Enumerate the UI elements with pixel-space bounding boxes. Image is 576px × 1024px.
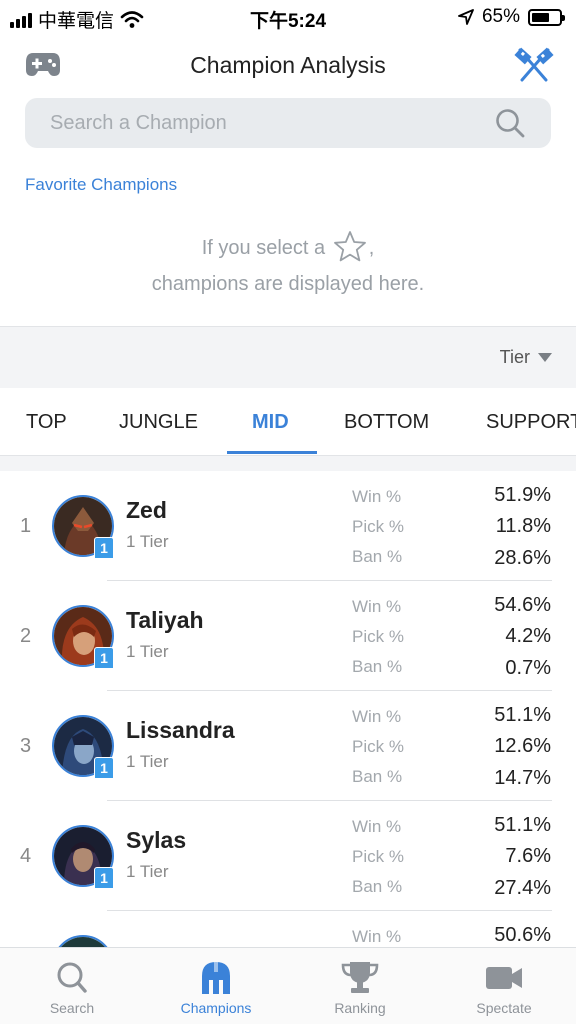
position-tabs: TOP JUNGLE MID BOTTOM SUPPORT <box>0 388 576 456</box>
tier-badge: 1 <box>94 867 114 889</box>
battery-percent: 65% <box>481 6 520 27</box>
champion-name: Zed <box>126 497 167 523</box>
win-rate-label: Win % <box>352 487 402 506</box>
champion-portrait: 1 <box>52 715 114 779</box>
champion-tier: 1 Tier <box>126 752 169 771</box>
list-top-spacer <box>0 456 576 471</box>
favorites-empty-line1: If you select a , <box>0 230 576 266</box>
champion-name: Lissandra <box>126 717 235 743</box>
tier-badge: 1 <box>94 537 114 559</box>
active-tab-indicator <box>227 451 317 454</box>
battery-icon <box>528 8 565 26</box>
champion-row[interactable]: 1 1 Zed 1 Tier Win % Pick % Ban % 51.9% … <box>0 471 576 581</box>
champion-row[interactable]: Win % 50.6% <box>0 911 576 947</box>
win-rate-value: 51.1% <box>494 814 551 836</box>
tab-mid[interactable]: MID <box>252 388 289 455</box>
ban-rate-label: Ban % <box>352 547 403 566</box>
win-rate-label: Win % <box>352 927 402 946</box>
favorites-empty-text-before: If you select a <box>201 237 326 259</box>
champion-name: Taliyah <box>126 607 204 633</box>
ban-rate-value: 27.4% <box>494 877 551 899</box>
rank-number: 1 <box>20 515 32 537</box>
ban-rate-value: 0.7% <box>505 657 551 679</box>
sort-bar: Tier <box>0 326 576 388</box>
favorites-empty-text-after: , <box>368 237 375 259</box>
nav-champions[interactable]: Champions <box>144 948 288 1024</box>
champion-name: Sylas <box>126 827 187 853</box>
champion-tier: 1 Tier <box>126 862 169 881</box>
nav-spectate[interactable]: Spectate <box>432 948 576 1024</box>
ban-rate-value: 28.6% <box>494 547 551 569</box>
status-bar: 中華電信 下午5:24 65% <box>0 0 576 34</box>
app-header: Champion Analysis <box>0 34 576 96</box>
sort-selected-label: Tier <box>499 347 530 367</box>
caret-down-icon <box>538 353 552 362</box>
nav-label: Search <box>49 1000 95 1016</box>
nav-search[interactable]: Search <box>0 948 144 1024</box>
win-rate-value: 50.6% <box>494 924 551 946</box>
champion-portrait: 1 <box>52 495 114 559</box>
video-camera-icon <box>486 967 522 989</box>
nav-label: Ranking <box>334 1000 386 1016</box>
ban-rate-label: Ban % <box>352 657 403 676</box>
bottom-tab-bar: Search Champions Ranking Spectate <box>0 947 576 1024</box>
star-icon <box>333 231 366 262</box>
rank-number: 4 <box>20 845 32 867</box>
champion-portrait: 1 <box>52 825 114 889</box>
tab-jungle[interactable]: JUNGLE <box>119 388 198 455</box>
pick-rate-value: 11.8% <box>495 515 551 537</box>
ban-rate-label: Ban % <box>352 767 403 786</box>
search-bar[interactable] <box>25 98 551 148</box>
champion-portrait: 1 <box>52 605 114 669</box>
champion-row[interactable]: 4 1 Sylas 1 Tier Win % Pick % Ban % 51.1… <box>0 801 576 911</box>
trophy-icon <box>341 962 379 993</box>
champion-tier: 1 Tier <box>126 532 169 551</box>
tab-top[interactable]: TOP <box>26 388 67 455</box>
tier-badge: 1 <box>94 647 114 669</box>
favorites-empty-line2: champions are displayed here. <box>151 273 425 295</box>
win-rate-label: Win % <box>352 707 402 726</box>
rank-number: 3 <box>20 735 32 757</box>
win-rate-label: Win % <box>352 817 402 836</box>
pick-rate-label: Pick % <box>352 627 404 646</box>
nav-ranking[interactable]: Ranking <box>288 948 432 1024</box>
tier-badge: 1 <box>94 757 114 779</box>
crossed-flags-icon[interactable] <box>514 46 554 82</box>
tab-bottom[interactable]: BOTTOM <box>344 388 429 455</box>
pick-rate-value: 12.6% <box>494 735 551 757</box>
rank-number: 2 <box>20 625 32 647</box>
favorites-empty-message: If you select a , champions are displaye… <box>0 230 576 302</box>
search-icon[interactable] <box>495 108 525 138</box>
champion-row[interactable]: 2 1 Taliyah 1 Tier Win % Pick % Ban % 54… <box>0 581 576 691</box>
win-rate-value: 54.6% <box>494 594 551 616</box>
nav-label: Spectate <box>476 1000 532 1016</box>
win-rate-label: Win % <box>352 597 402 616</box>
pick-rate-label: Pick % <box>352 847 404 866</box>
pick-rate-value: 4.2% <box>505 625 551 647</box>
ban-rate-value: 14.7% <box>494 767 551 789</box>
champion-tier: 1 Tier <box>126 642 169 661</box>
status-right: 65% <box>458 6 565 28</box>
pick-rate-label: Pick % <box>352 737 404 756</box>
win-rate-value: 51.9% <box>494 484 551 506</box>
battery-level <box>532 12 549 22</box>
sort-dropdown[interactable]: Tier <box>500 347 552 368</box>
search-input[interactable] <box>50 98 490 148</box>
location-arrow-icon <box>458 9 474 25</box>
helmet-icon <box>202 962 230 994</box>
pick-rate-label: Pick % <box>352 517 404 536</box>
champion-portrait <box>52 935 114 947</box>
search-icon <box>57 962 87 993</box>
pick-rate-value: 7.6% <box>505 845 551 867</box>
win-rate-value: 51.1% <box>494 704 551 726</box>
ban-rate-label: Ban % <box>352 877 403 896</box>
tab-support[interactable]: SUPPORT <box>486 388 576 455</box>
champion-list: 1 1 Zed 1 Tier Win % Pick % Ban % 51.9% … <box>0 471 576 947</box>
favorite-champions-link[interactable]: Favorite Champions <box>25 175 177 195</box>
nav-label: Champions <box>180 1000 252 1016</box>
page-title: Champion Analysis <box>190 52 386 78</box>
champion-row[interactable]: 3 1 Lissandra 1 Tier Win % Pick % Ban % … <box>0 691 576 801</box>
